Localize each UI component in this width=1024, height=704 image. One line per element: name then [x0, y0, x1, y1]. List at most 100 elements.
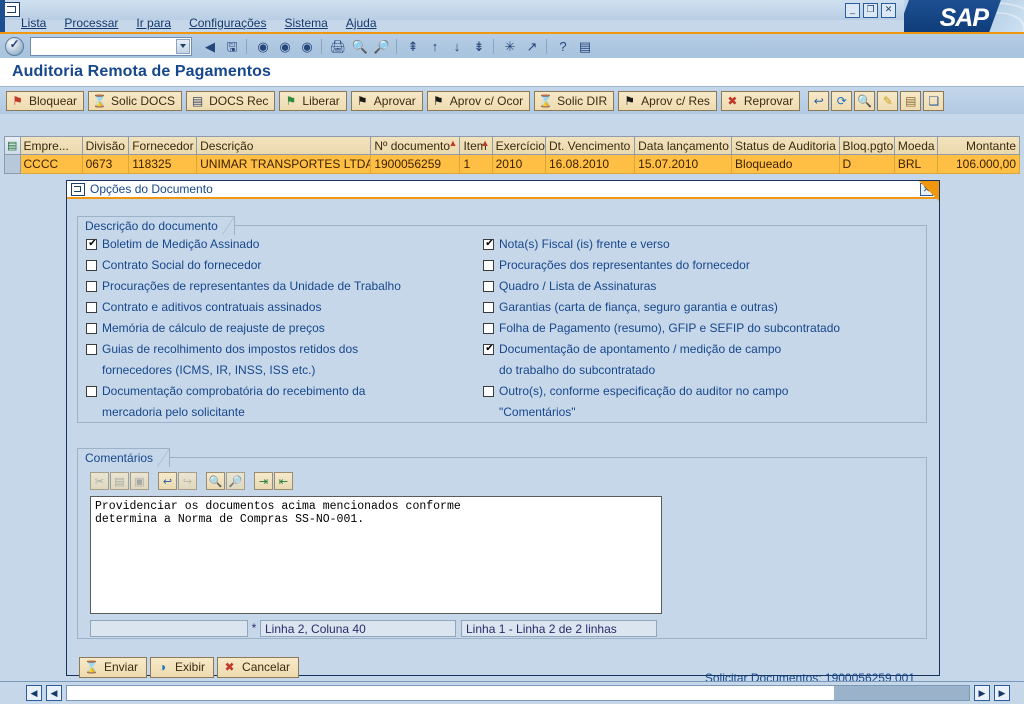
checkbox-unchecked-icon[interactable] [483, 281, 494, 292]
cell-exercicio[interactable]: 2010 [492, 155, 546, 174]
checkbox-checked-icon[interactable] [86, 237, 98, 250]
back-icon[interactable]: ◀ [200, 37, 220, 56]
col-exercicio[interactable]: Exercício [492, 136, 546, 155]
scroll-left-page-button[interactable]: ◀ [46, 685, 62, 701]
export-icon-button[interactable]: ⇤ [274, 472, 293, 490]
menu-sistema[interactable]: Sistema [275, 15, 336, 31]
scroll-track[interactable] [66, 685, 970, 701]
find-icon[interactable]: 🔍 [350, 37, 370, 56]
cell-data-lancamento[interactable]: 15.07.2010 [635, 155, 733, 174]
checkbox-outros[interactable]: Outro(s), conforme especificação do audi… [483, 385, 788, 398]
print-icon[interactable]: 🖨 [328, 37, 348, 56]
scroll-left-button[interactable]: ◀ [26, 685, 42, 701]
enviar-button[interactable]: ⌛ Enviar [79, 656, 148, 678]
col-status-auditoria[interactable]: Status de Auditoria [732, 136, 840, 155]
checkbox-unchecked-icon[interactable] [483, 302, 494, 313]
refresh-icon-button[interactable]: ⟳ [831, 91, 853, 111]
comments-textarea[interactable]: Providenciar os documentos acima mencion… [90, 496, 662, 614]
col-data-lancamento[interactable]: Data lançamento [635, 136, 733, 155]
checkbox-unchecked-icon[interactable] [86, 260, 97, 271]
checkbox-folha-pagamento[interactable]: Folha de Pagamento (resumo), GFIP e SEFI… [483, 322, 840, 335]
detail-icon-button[interactable]: 🔍 [854, 91, 876, 111]
undo-icon-button[interactable]: ↩ [158, 472, 177, 490]
col-num-documento[interactable]: Nº documento ▲ [371, 136, 461, 155]
cell-moeda[interactable]: BRL [894, 155, 938, 174]
import-icon-button[interactable]: ⇥ [254, 472, 273, 490]
first-page-icon[interactable]: ⇞ [403, 37, 423, 56]
layout-menu-icon[interactable]: ▤ [575, 37, 595, 56]
cell-bloq-pgto[interactable]: D [839, 155, 895, 174]
menu-ir-para[interactable]: Ir para [127, 15, 180, 31]
solic-dir-button[interactable]: ⌛ Solic DIR [534, 91, 615, 111]
cell-descricao[interactable]: UNIMAR TRANSPORTES LTDA. [197, 155, 372, 174]
cell-empresa[interactable]: CCCC [20, 155, 83, 174]
col-descricao[interactable]: Descrição [197, 136, 372, 155]
cancelar-button[interactable]: ✖ Cancelar [217, 656, 300, 678]
previous-page-icon[interactable]: ↑ [425, 37, 445, 56]
row-selector[interactable] [4, 155, 21, 174]
menu-ajuda[interactable]: Ajuda [337, 15, 386, 31]
checkbox-garantias[interactable]: Garantias (carta de fiança, seguro garan… [483, 301, 778, 314]
scroll-right-page-button[interactable]: ▶ [974, 685, 990, 701]
checkbox-documentacao-comprobatoria[interactable]: Documentação comprobatória do recebiment… [86, 385, 365, 398]
command-field[interactable] [30, 36, 192, 56]
checkbox-unchecked-icon[interactable] [86, 302, 97, 313]
checkbox-guias-recolhimento[interactable]: Guias de recolhimento dos impostos retid… [86, 343, 358, 356]
find-icon-button[interactable]: 🔍 [206, 472, 225, 490]
checkbox-unchecked-icon[interactable] [483, 386, 494, 397]
cell-status-auditoria[interactable]: Bloqueado [732, 155, 840, 174]
cell-fornecedor[interactable]: 118325 [129, 155, 198, 174]
create-session-icon[interactable]: ✳ [500, 37, 520, 56]
save-icon[interactable]: 🖫 [222, 37, 242, 56]
checkbox-documentacao-apontamento[interactable]: Documentação de apontamento / medição de… [483, 342, 781, 356]
cell-divisao[interactable]: 0673 [82, 155, 130, 174]
checkbox-unchecked-icon[interactable] [483, 260, 494, 271]
menu-lista[interactable]: Lista [12, 15, 55, 31]
solic-docs-button[interactable]: ⌛ Solic DOCS [88, 91, 183, 111]
last-page-icon[interactable]: ⇟ [469, 37, 489, 56]
editor-status-field[interactable] [90, 620, 248, 637]
col-moeda[interactable]: Moeda [894, 136, 938, 155]
checkbox-boletim-medicao[interactable]: Boletim de Medição Assinado [86, 237, 259, 251]
grid-select-all-button[interactable]: ▤ [4, 136, 21, 155]
checkbox-contrato-aditivos[interactable]: Contrato e aditivos contratuais assinado… [86, 301, 321, 314]
next-page-icon[interactable]: ↓ [447, 37, 467, 56]
cell-montante[interactable]: 106.000,00 [937, 155, 1021, 174]
col-bloq-pgto[interactable]: Bloq.pgto. [839, 136, 895, 155]
checkbox-procuracoes-fornecedor[interactable]: Procurações dos representantes do fornec… [483, 259, 750, 272]
menu-processar[interactable]: Processar [55, 15, 127, 31]
bloquear-button[interactable]: ⚑ Bloquear [6, 91, 85, 111]
enter-ok-button[interactable] [5, 36, 24, 56]
command-field-dropdown-icon[interactable] [176, 38, 190, 54]
checkbox-unchecked-icon[interactable] [86, 386, 97, 397]
table-row[interactable]: CCCC 0673 118325 UNIMAR TRANSPORTES LTDA. 19… [4, 155, 1021, 174]
col-montante[interactable]: Montante [937, 136, 1021, 155]
aprovar-button[interactable]: ⚑ Aprovar [350, 91, 423, 111]
cell-item[interactable]: 1 [460, 155, 493, 174]
aprov-com-ocor-button[interactable]: ⚑ Aprov c/ Ocor [426, 91, 531, 111]
exibir-button[interactable]: ◑ Exibir [150, 656, 215, 678]
shortcut-icon[interactable]: ↗ [522, 37, 542, 56]
cancel-red-icon[interactable]: ◉ [297, 37, 317, 56]
checkbox-unchecked-icon[interactable] [86, 344, 97, 355]
copy-icon-button[interactable]: ❏ [923, 91, 945, 111]
checkbox-procuracoes-unidade[interactable]: Procurações de representantes da Unidade… [86, 280, 401, 293]
col-item[interactable]: Item ▲ [460, 136, 493, 155]
col-divisao[interactable]: Divisão [82, 136, 130, 155]
cell-num-documento[interactable]: 1900056259 [371, 155, 461, 174]
exit-yellow-icon[interactable]: ◉ [275, 37, 295, 56]
docs-rec-button[interactable]: ▤ DOCS Rec [186, 91, 276, 111]
col-dt-vencimento[interactable]: Dt. Vencimento [545, 136, 636, 155]
col-fornecedor[interactable]: Fornecedor [129, 136, 198, 155]
cell-dt-vencimento[interactable]: 16.08.2010 [545, 155, 636, 174]
back-green-icon[interactable]: ◉ [253, 37, 273, 56]
menu-configuracoes[interactable]: Configurações [180, 15, 275, 31]
checkbox-checked-icon[interactable] [483, 237, 495, 250]
checkbox-memoria-calculo[interactable]: Memória de cálculo de reajuste de preços [86, 322, 325, 335]
history-icon-button[interactable]: ▤ [900, 91, 922, 111]
checkbox-unchecked-icon[interactable] [86, 281, 97, 292]
col-empresa[interactable]: Empre... [20, 136, 83, 155]
scroll-right-button[interactable]: ▶ [994, 685, 1010, 701]
aprov-com-res-button[interactable]: ⚑ Aprov c/ Res [618, 91, 717, 111]
checkbox-unchecked-icon[interactable] [86, 323, 97, 334]
